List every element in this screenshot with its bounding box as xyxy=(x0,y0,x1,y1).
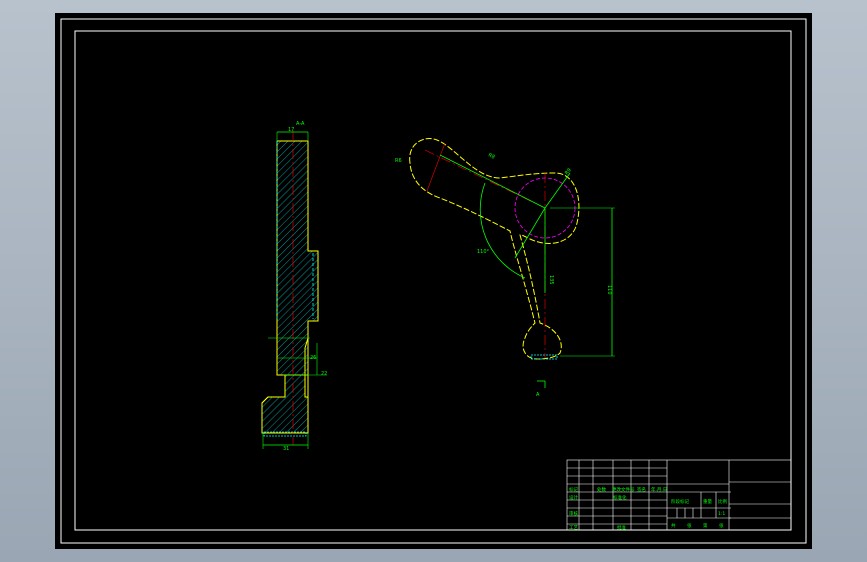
section-view: A-A 17 26 22 31 xyxy=(261,121,327,452)
outer-frame xyxy=(60,18,807,544)
dim-top-width: 17 xyxy=(288,127,294,133)
sheet-label-2: 第 xyxy=(703,522,708,529)
left-label-4: 批准 xyxy=(617,524,626,531)
cad-drawing: A-A 17 26 22 31 R6 R8 R9 110° 135 110 A … xyxy=(60,18,807,544)
section-mark: A xyxy=(536,392,540,398)
row-label-4: 年.月.日 xyxy=(651,486,667,493)
scale-value: 1:1 xyxy=(718,511,725,517)
row-label-1: 处数 xyxy=(597,486,606,493)
scale-label: 比例 xyxy=(718,498,727,505)
dim-radius-end: R6 xyxy=(395,158,402,164)
angle-line xyxy=(514,207,546,259)
dim-step-height: 26 xyxy=(310,355,316,361)
dim-offset: 22 xyxy=(321,371,327,377)
radius-line-end xyxy=(439,154,546,209)
sheet-label-3: 张 xyxy=(719,522,724,529)
sheet-label-1: 张 xyxy=(687,522,692,529)
left-label-1: 审核 xyxy=(569,510,578,517)
section-hatched-body xyxy=(261,140,319,434)
left-label-0: 设计 xyxy=(569,494,578,501)
dim-angle: 110° xyxy=(477,249,490,255)
dim-radius-knob: R9 xyxy=(564,167,573,176)
end-center-line xyxy=(426,142,446,192)
section-label: A-A xyxy=(296,121,305,127)
row-label-0: 标记 xyxy=(569,486,578,493)
row-label-2: 更改文件号 xyxy=(612,486,635,493)
sheet-label-0: 共 xyxy=(671,522,676,529)
weight-label: 重量 xyxy=(703,498,712,505)
dim-height: 110 xyxy=(606,285,612,295)
stage-label: 阶段标记 xyxy=(671,498,689,505)
row-label-3: 签名 xyxy=(637,486,646,493)
dim-arm-length: 135 xyxy=(548,275,554,285)
title-block xyxy=(566,459,792,531)
dim-radius-arc: R8 xyxy=(487,152,496,160)
dim-bottom-width: 31 xyxy=(283,446,289,452)
main-view: R6 R8 R9 110° 135 110 A xyxy=(395,138,615,398)
handle-outline xyxy=(409,138,580,360)
title-block-frame xyxy=(566,459,792,531)
left-label-3: 标准化 xyxy=(613,494,627,501)
left-label-2: 工艺 xyxy=(569,525,578,531)
drawing-sheet: A-A 17 26 22 31 R6 R8 R9 110° 135 110 A … xyxy=(55,13,812,549)
inner-frame xyxy=(74,30,792,531)
